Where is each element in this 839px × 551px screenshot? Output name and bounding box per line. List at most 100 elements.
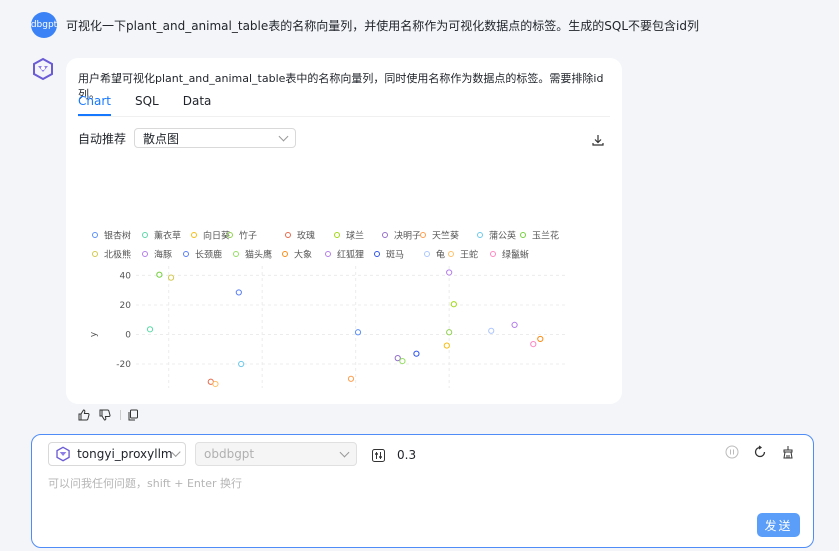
scatter-point xyxy=(446,329,453,336)
database-select[interactable]: obdbgpt xyxy=(195,442,357,466)
scatter-point xyxy=(446,269,453,276)
action-divider xyxy=(120,410,121,420)
legend-marker xyxy=(191,232,197,238)
recommend-label: 自动推荐 xyxy=(78,131,127,146)
y-tick-label: 40 xyxy=(120,271,132,281)
legend-label: 决明子 xyxy=(394,230,421,242)
temperature-control[interactable]: 0.3 xyxy=(372,448,416,462)
scatter-point xyxy=(399,357,406,365)
legend-label: 大象 xyxy=(294,249,312,261)
legend-label: 玉兰花 xyxy=(532,230,559,242)
legend-marker xyxy=(142,232,148,238)
legend-marker xyxy=(382,232,388,238)
legend-marker xyxy=(477,232,483,238)
chart-type-select[interactable]: 散点图 xyxy=(134,128,297,148)
chat-input-box: tongyi_proxyllm obdbgpt 0.3 可以问我任何问题，shi… xyxy=(31,434,814,548)
legend-label: 蒲公英 xyxy=(489,230,516,242)
legend-marker xyxy=(233,251,239,257)
tab-sql[interactable]: SQL xyxy=(135,94,159,116)
scatter-chart: 银杏树 薰衣草 向日葵 竹子 玫瑰 球兰 决明子 天竺葵 蒲公英 玉兰花北极熊 海豚 长颈鹿 猫头鹰 大象… xyxy=(89,230,566,388)
send-button[interactable]: 发送 xyxy=(757,513,800,537)
chart-type-value: 散点图 xyxy=(143,131,180,146)
result-tabs: Chart SQL Data xyxy=(78,94,235,116)
chart-recommend: 自动推荐 散点图 xyxy=(78,128,297,148)
tab-chart[interactable]: Chart xyxy=(78,94,111,116)
legend-label: 薰衣草 xyxy=(154,230,181,242)
refresh-icon[interactable] xyxy=(753,445,767,459)
scatter-point xyxy=(212,380,219,388)
legend-marker xyxy=(92,232,98,238)
chevron-down-icon xyxy=(278,131,289,141)
copy-icon[interactable] xyxy=(127,409,139,421)
model-select[interactable]: tongyi_proxyllm xyxy=(48,442,186,466)
scatter-point xyxy=(354,329,362,336)
message-input[interactable]: 可以问我任何问题，shift + Enter 换行 xyxy=(48,475,242,491)
legend-marker xyxy=(420,232,426,238)
database-placeholder: obdbgpt xyxy=(204,447,255,461)
message-actions xyxy=(78,409,148,421)
y-tick-label: -20 xyxy=(116,360,131,370)
thumbs-down-icon[interactable] xyxy=(99,409,111,421)
legend-marker xyxy=(325,251,331,257)
legend-marker xyxy=(448,251,454,257)
tabs-divider xyxy=(78,116,610,117)
scatter-point xyxy=(511,321,518,329)
legend-marker xyxy=(334,232,340,238)
legend-marker xyxy=(142,251,148,257)
legend-marker xyxy=(183,251,189,257)
legend-marker xyxy=(374,251,380,257)
user-message: 可视化一下plant_and_animal_table表的名称向量列，并使用名称… xyxy=(66,18,699,33)
legend-label: 球兰 xyxy=(346,230,364,242)
legend-label: 向日葵 xyxy=(203,230,230,242)
legend-label: 玫瑰 xyxy=(297,230,315,242)
legend-marker xyxy=(285,232,291,238)
legend-label: 王蛇 xyxy=(460,249,478,261)
y-axis-label: y xyxy=(89,331,99,337)
legend-label: 斑马 xyxy=(386,249,404,261)
tab-data[interactable]: Data xyxy=(183,94,212,116)
y-tick-label: 0 xyxy=(125,331,131,341)
scatter-point xyxy=(347,375,355,382)
legend-label: 天竺葵 xyxy=(432,230,459,242)
input-tools xyxy=(711,445,795,459)
y-tick-label: 20 xyxy=(120,301,132,311)
pause-icon[interactable] xyxy=(725,445,739,459)
legend-label: 猫头鹰 xyxy=(245,249,272,261)
scatter-point xyxy=(450,301,457,308)
legend-label: 绿鬣蜥 xyxy=(502,249,529,261)
legend-label: 银杏树 xyxy=(104,230,131,242)
legend-label: 龟 xyxy=(436,249,445,261)
legend-marker xyxy=(520,232,526,238)
scatter-point xyxy=(443,342,450,349)
model-value: tongyi_proxyllm xyxy=(77,447,173,461)
download-icon[interactable] xyxy=(592,134,604,146)
legend-label: 竹子 xyxy=(239,230,257,242)
assistant-avatar-icon xyxy=(33,57,53,81)
temperature-value: 0.3 xyxy=(397,448,417,462)
scatter-point xyxy=(530,340,537,348)
legend-label: 北极熊 xyxy=(104,249,131,261)
scatter-point xyxy=(146,326,154,333)
legend-label: 海豚 xyxy=(154,249,172,261)
user-avatar: dbgpt xyxy=(31,12,57,38)
scatter-point xyxy=(235,289,242,296)
legend-marker xyxy=(282,251,288,257)
legend-label: 长颈鹿 xyxy=(195,249,222,261)
scatter-point xyxy=(413,350,420,357)
legend-label: 红狐狸 xyxy=(337,249,364,261)
user-message-row: dbgpt 可视化一下plant_and_animal_table表的名称向量列… xyxy=(31,12,699,38)
scatter-point xyxy=(238,360,245,368)
sliders-icon xyxy=(372,448,385,462)
assistant-card: 用户希望可视化plant_and_animal_table表中的名称向量列，同时… xyxy=(66,58,622,404)
clear-icon[interactable] xyxy=(781,445,795,459)
legend-marker xyxy=(490,251,496,257)
scatter-point xyxy=(488,327,495,334)
scatter-point xyxy=(167,274,175,281)
legend-marker xyxy=(92,251,98,257)
chevron-down-icon xyxy=(339,447,350,457)
legend-marker xyxy=(424,251,430,257)
model-logo-icon xyxy=(56,446,70,462)
thumbs-up-icon[interactable] xyxy=(78,409,90,421)
scatter-point xyxy=(156,271,163,278)
scatter-point xyxy=(537,335,544,343)
